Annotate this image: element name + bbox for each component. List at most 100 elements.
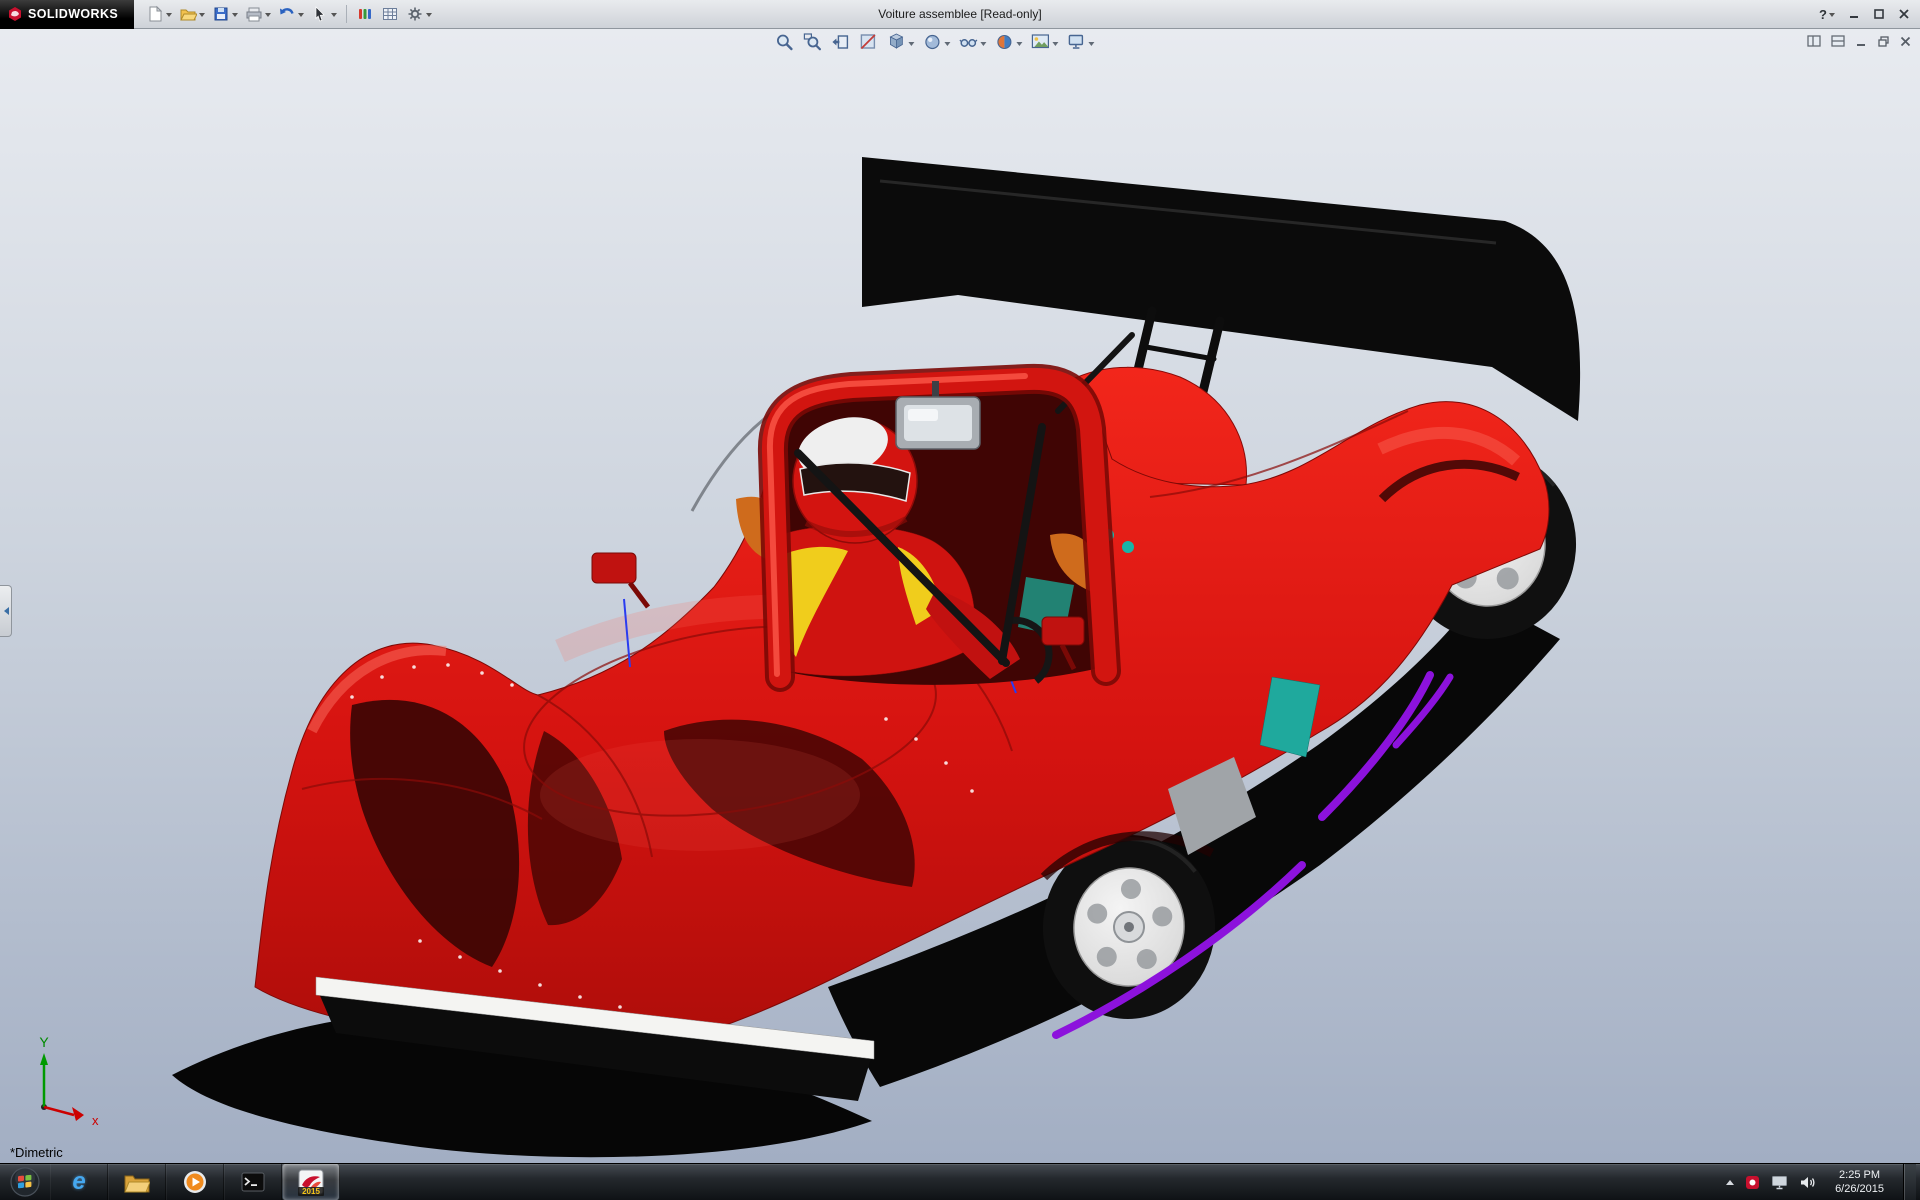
undo-icon: [278, 5, 296, 23]
dropdown-caret-icon: [1016, 42, 1022, 49]
3d-model-scene[interactable]: Y x: [0, 29, 1920, 1163]
section-view-icon: [858, 32, 878, 52]
dropdown-caret-icon: [265, 13, 271, 20]
edit-color-button[interactable]: [354, 2, 376, 26]
dropdown-caret-icon: [426, 13, 432, 20]
taskbar-windows-explorer[interactable]: [108, 1164, 166, 1200]
open-folder-icon: [179, 5, 197, 23]
taskbar: e 2015: [0, 1163, 1920, 1200]
design-table-icon: [381, 5, 399, 23]
gear-icon: [406, 5, 424, 23]
display-style-icon: [922, 32, 942, 52]
solidworks-logo: SOLIDWORKS: [0, 0, 134, 29]
doc-restore-button[interactable]: [1877, 35, 1890, 53]
dropdown-caret-icon: [944, 42, 950, 49]
taskbar-media-player[interactable]: [166, 1164, 224, 1200]
hide-show-items-button[interactable]: [958, 32, 986, 52]
save-button[interactable]: [210, 2, 240, 26]
title-bar: SOLIDWORKS Voiture assemblee [R: [0, 0, 1920, 29]
print-icon: [245, 5, 263, 23]
apply-scene-button[interactable]: [1030, 32, 1058, 52]
dropdown-caret-icon: [1829, 13, 1835, 20]
monitor-icon: [1066, 32, 1086, 52]
tray-date: 6/26/2015: [1835, 1182, 1884, 1196]
tray-volume-icon[interactable]: [1799, 1175, 1816, 1190]
dropdown-caret-icon: [1052, 42, 1058, 49]
dropdown-caret-icon: [166, 13, 172, 20]
logo-text: SOLIDWORKS: [28, 7, 118, 21]
dropdown-caret-icon: [980, 42, 986, 49]
feature-manager-collapse-tab[interactable]: [0, 585, 12, 637]
triad-y-label: Y: [39, 1034, 49, 1050]
previous-view-button[interactable]: [830, 32, 850, 52]
tray-expand-icon[interactable]: [1726, 1176, 1734, 1185]
taskbar-command-prompt[interactable]: [224, 1164, 282, 1200]
new-document-icon: [146, 5, 164, 23]
print-button[interactable]: [243, 2, 273, 26]
collapse-arrow-icon: [0, 607, 9, 615]
dropdown-caret-icon: [1088, 42, 1094, 49]
tray-time: 2:25 PM: [1835, 1168, 1884, 1182]
folder-icon: [124, 1172, 150, 1193]
close-button[interactable]: [1898, 8, 1910, 20]
maximize-button[interactable]: [1873, 8, 1885, 20]
zoom-to-area-button[interactable]: [802, 32, 822, 52]
glasses-icon: [958, 32, 978, 52]
pane-split-icon: [1831, 34, 1846, 48]
doc-close-button[interactable]: [1899, 35, 1912, 53]
pane-left-icon: [1807, 34, 1822, 48]
appearance-ball-icon: [994, 32, 1014, 52]
dropdown-caret-icon: [331, 13, 337, 20]
view-orientation-button[interactable]: [886, 32, 914, 52]
pane-left-button[interactable]: [1807, 34, 1822, 53]
heads-up-toolbar: [774, 32, 1094, 52]
media-player-icon: [183, 1170, 207, 1194]
edit-appearance-button[interactable]: [994, 32, 1022, 52]
tray-clock[interactable]: 2:25 PM 6/26/2015: [1827, 1168, 1892, 1197]
show-desktop-button[interactable]: [1903, 1164, 1916, 1200]
maximize-icon: [1873, 8, 1885, 20]
dropdown-caret-icon: [908, 42, 914, 49]
zoom-to-fit-button[interactable]: [774, 32, 794, 52]
view-settings-button[interactable]: [1066, 32, 1094, 52]
select-button[interactable]: [309, 2, 339, 26]
dropdown-caret-icon: [232, 13, 238, 20]
minimize-button[interactable]: [1848, 8, 1860, 20]
section-view-button[interactable]: [858, 32, 878, 52]
close-icon: [1899, 35, 1912, 48]
view-orientation-label: *Dimetric: [10, 1145, 63, 1160]
orientation-triad: Y x: [39, 1034, 99, 1128]
system-tray: 2:25 PM 6/26/2015: [1726, 1164, 1920, 1200]
toolbar-separator: [346, 5, 347, 23]
help-button[interactable]: ?: [1819, 7, 1835, 22]
graphics-viewport[interactable]: Y x: [0, 29, 1920, 1163]
triad-x-label: x: [92, 1113, 99, 1128]
dropdown-caret-icon: [199, 13, 205, 20]
solidworks-version-badge: 2015: [298, 1187, 324, 1196]
open-button[interactable]: [177, 2, 207, 26]
design-table-button[interactable]: [379, 2, 401, 26]
doc-minimize-button[interactable]: [1855, 35, 1868, 53]
main-toolbar: [134, 2, 434, 26]
minimize-icon: [1848, 8, 1860, 20]
taskbar-internet-explorer[interactable]: e: [50, 1164, 108, 1200]
tray-app-icon[interactable]: [1745, 1175, 1760, 1190]
previous-view-icon: [830, 32, 850, 52]
zoom-to-area-icon: [802, 32, 822, 52]
start-button[interactable]: [0, 1164, 50, 1200]
display-style-button[interactable]: [922, 32, 950, 52]
select-cursor-icon: [311, 5, 329, 23]
zoom-to-fit-icon: [774, 32, 794, 52]
dropdown-caret-icon: [298, 13, 304, 20]
pane-split-button[interactable]: [1831, 34, 1846, 53]
windows-start-icon: [10, 1167, 40, 1197]
new-document-button[interactable]: [144, 2, 174, 26]
tray-display-icon[interactable]: [1771, 1175, 1788, 1190]
save-icon: [212, 5, 230, 23]
taskbar-solidworks-2015[interactable]: 2015: [282, 1164, 340, 1200]
undo-button[interactable]: [276, 2, 306, 26]
close-icon: [1898, 8, 1910, 20]
restore-icon: [1877, 35, 1890, 48]
options-button[interactable]: [404, 2, 434, 26]
minimize-icon: [1855, 35, 1868, 48]
